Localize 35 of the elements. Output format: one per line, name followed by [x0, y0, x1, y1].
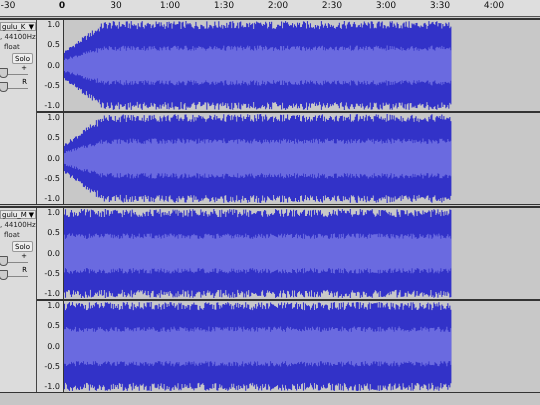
slider-thumb[interactable] — [0, 82, 8, 92]
time-label: 3:30 — [430, 1, 450, 11]
scale-label: 1.0 — [47, 208, 60, 218]
scale-label: 0.0 — [47, 60, 60, 70]
time-label: 1:00 — [160, 1, 180, 11]
scale-label: -1.0 — [44, 194, 60, 204]
scale-label: -1.0 — [44, 289, 60, 299]
scale-label: 1.0 — [47, 113, 60, 123]
scale-label: 0.5 — [47, 133, 60, 144]
scale-label: -1.0 — [44, 382, 60, 392]
scale-label: 0.0 — [47, 342, 60, 352]
time-label: 1:30 — [214, 1, 234, 11]
time-label: 3:00 — [376, 1, 396, 11]
scale-label: -0.5 — [44, 174, 60, 184]
time-label: 2:00 — [268, 1, 288, 11]
time-label: 4:00 — [484, 1, 504, 11]
scale-label: 1.0 — [47, 20, 60, 30]
scale-label: -0.5 — [44, 80, 60, 91]
scale-label: -0.5 — [44, 362, 60, 372]
scale-label: 0.5 — [47, 40, 60, 50]
scale-label: -1.0 — [44, 101, 60, 111]
timeline-ruler[interactable]: -30 0 30 1:00 1:30 2:00 2:30 3:00 3:30 4:00 — [0, 0, 540, 17]
scale-label: 0.0 — [47, 248, 60, 258]
slider-thumb[interactable] — [0, 256, 8, 266]
scale-label: -0.5 — [44, 268, 60, 279]
scale-label: 1.0 — [47, 301, 60, 311]
time-label: 0 — [58, 1, 66, 11]
time-label: -30 — [0, 1, 16, 11]
slider-thumb[interactable] — [0, 68, 8, 78]
scale-label: 0.0 — [47, 154, 60, 164]
scale-label: 0.5 — [47, 228, 60, 238]
time-label: 2:30 — [322, 1, 342, 11]
time-label: 30 — [110, 1, 122, 11]
slider-thumb[interactable] — [0, 270, 8, 280]
scale-label: 0.5 — [47, 321, 60, 332]
